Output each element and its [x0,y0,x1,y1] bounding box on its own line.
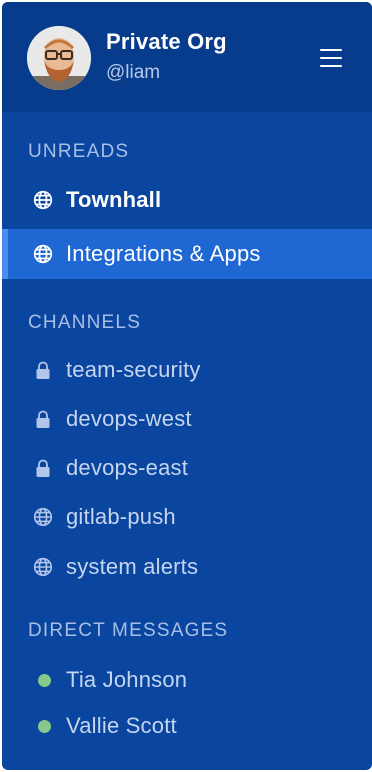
channel-label: devops-west [66,406,192,431]
globe-icon [33,507,53,527]
section-label-direct-messages: DIRECT MESSAGES [28,620,229,641]
sidebar: Private Org @liam UNREADS Townhall Integ… [2,2,372,770]
online-status-icon [38,674,51,687]
online-status-icon [38,720,51,733]
dm-item-vallie-scott[interactable]: Vallie Scott [2,701,372,751]
globe-icon [33,190,53,210]
channel-label: Townhall [66,187,162,212]
section-label-unreads: UNREADS [28,141,130,162]
dm-item-tia-johnson[interactable]: Tia Johnson [2,655,372,705]
lock-icon [36,361,50,379]
hamburger-icon [320,49,342,51]
channel-item-devops-east[interactable]: devops-east [2,443,372,493]
channel-item-system-alerts[interactable]: system alerts [2,542,372,592]
dm-label: Tia Johnson [66,667,188,692]
username: @liam [106,62,161,83]
channel-item-integrations-apps[interactable]: Integrations & Apps [2,229,372,279]
channel-label: devops-east [66,455,189,480]
channel-item-townhall[interactable]: Townhall [2,175,372,225]
channel-item-team-security[interactable]: team-security [2,345,372,395]
avatar-image [27,26,91,90]
lock-icon [36,459,50,477]
channel-label: gitlab-push [66,504,176,529]
menu-button[interactable] [318,46,344,70]
avatar[interactable] [27,26,91,90]
channel-label: system alerts [66,554,199,579]
channel-label: team-security [66,357,201,382]
globe-icon [33,244,53,264]
lock-icon [36,410,50,428]
section-label-channels: CHANNELS [28,312,142,333]
channel-item-gitlab-push[interactable]: gitlab-push [2,492,372,542]
channel-item-devops-west[interactable]: devops-west [2,394,372,444]
globe-icon [33,557,53,577]
org-name[interactable]: Private Org [106,29,227,55]
channel-label: Integrations & Apps [66,241,261,266]
sidebar-header: Private Org @liam [2,2,372,112]
dm-label: Vallie Scott [66,713,177,738]
